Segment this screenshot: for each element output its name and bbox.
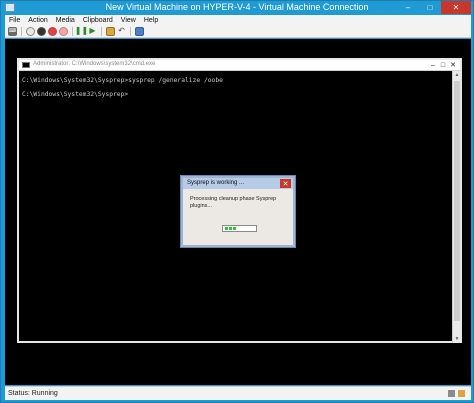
scroll-down-icon[interactable]: ▼ [454, 336, 460, 342]
maximize-button[interactable]: □ [419, 1, 441, 14]
cmd-title: Administrator: C:\Windows\system32\cmd.e… [33, 61, 156, 67]
lock-icon [458, 390, 465, 397]
sysprep-dialog[interactable]: Sysprep is working ... ✕ Processing clea… [181, 176, 295, 247]
cmd-window-controls: – □ ✕ [428, 60, 458, 70]
vm-connection-window: New Virtual Machine on HYPER-V-4 - Virtu… [0, 0, 474, 403]
toolbar: ⌨ ❚❚ ▶ ↶ [5, 25, 471, 38]
reset-icon[interactable]: ▶ [88, 27, 97, 36]
checkpoint-icon[interactable] [106, 26, 115, 36]
vm-title-bar[interactable]: New Virtual Machine on HYPER-V-4 - Virtu… [1, 1, 473, 15]
sysprep-title: Sysprep is working ... [187, 180, 245, 186]
cmd-minimize-button[interactable]: – [428, 60, 438, 70]
menu-bar: File Action Media Clipboard View Help [5, 15, 471, 25]
scroll-thumb[interactable] [454, 81, 460, 321]
menu-help[interactable]: Help [140, 17, 162, 24]
close-button[interactable]: ✕ [441, 1, 471, 14]
cmd-scrollbar[interactable]: ▲ ▼ [452, 71, 460, 343]
console-line: C:\Windows\System32\Sysprep> [22, 91, 129, 98]
save-icon[interactable] [59, 26, 68, 36]
progress-segment [233, 227, 236, 230]
menu-media[interactable]: Media [52, 17, 79, 24]
toolbar-separator [130, 26, 131, 36]
enhanced-session-icon[interactable] [135, 26, 144, 36]
cmd-icon [22, 62, 30, 68]
start-icon[interactable] [26, 26, 35, 36]
turn-off-icon[interactable] [37, 26, 46, 36]
ctrl-alt-del-icon[interactable]: ⌨ [8, 26, 17, 36]
pause-icon[interactable]: ❚❚ [75, 27, 88, 36]
progress-segment [225, 227, 228, 230]
sysprep-progress-bar [222, 225, 257, 232]
status-icons [448, 390, 465, 397]
cmd-maximize-button[interactable]: □ [438, 60, 448, 70]
shutdown-icon[interactable] [48, 26, 57, 36]
keyboard-icon [448, 390, 455, 397]
menu-file[interactable]: File [5, 17, 24, 24]
window-controls: – □ ✕ [397, 1, 471, 14]
toolbar-separator [21, 26, 22, 36]
scroll-up-icon[interactable]: ▲ [454, 72, 460, 78]
sysprep-close-button[interactable]: ✕ [280, 179, 291, 188]
cmd-title-bar[interactable]: Administrator: C:\Windows\system32\cmd.e… [19, 60, 460, 71]
minimize-button[interactable]: – [397, 1, 419, 14]
cmd-close-button[interactable]: ✕ [448, 60, 458, 70]
toolbar-separator [101, 26, 102, 36]
toolbar-separator [72, 26, 73, 36]
progress-segment [229, 227, 232, 230]
console-line: C:\Windows\System32\Sysprep>sysprep /gen… [22, 77, 223, 84]
status-bar: Status: Running [5, 386, 471, 400]
sysprep-title-bar[interactable]: Sysprep is working ... ✕ [183, 178, 293, 189]
status-text: Status: Running [8, 390, 58, 397]
sysprep-message: Processing cleanup phase Sysprep plugins… [190, 196, 277, 209]
menu-clipboard[interactable]: Clipboard [79, 17, 117, 24]
menu-action[interactable]: Action [24, 17, 51, 24]
revert-icon[interactable]: ↶ [117, 27, 126, 36]
menu-view[interactable]: View [117, 17, 140, 24]
